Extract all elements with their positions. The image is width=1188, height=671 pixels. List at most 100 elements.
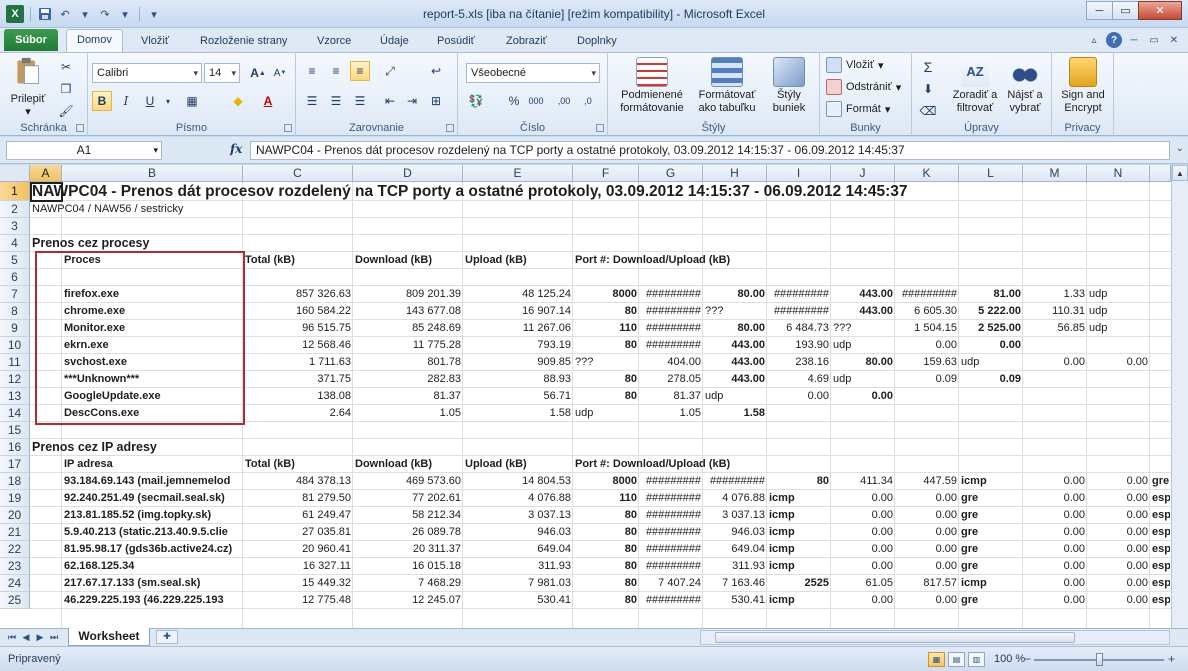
column-header-a[interactable]: A (30, 165, 62, 182)
row-header-21[interactable]: 21 (0, 524, 30, 541)
cell-o21[interactable]: esp (1150, 524, 1170, 541)
formula-input[interactable]: NAWPC04 - Prenos dát procesov rozdelený … (250, 141, 1170, 160)
cell-d9[interactable]: 85 248.69 (353, 320, 463, 337)
dialog-launcher-icon[interactable] (76, 124, 84, 132)
underline-button[interactable]: U (140, 91, 160, 111)
cell-d23[interactable]: 16 015.18 (353, 558, 463, 575)
cell-i7[interactable]: ######### (767, 286, 831, 303)
column-header-m[interactable]: M (1023, 165, 1087, 182)
cell-c10[interactable]: 12 568.46 (243, 337, 353, 354)
page-break-view-icon[interactable]: ▥ (968, 652, 985, 667)
cell-l12[interactable]: 0.09 (959, 371, 1023, 388)
header-download[interactable]: Download (kB) (353, 252, 463, 269)
zoom-level[interactable]: 100 % (994, 653, 1025, 665)
cell-g8[interactable]: ######### (639, 303, 703, 320)
align-bottom-icon[interactable]: ≡ (350, 61, 370, 81)
cell-k7[interactable]: ######### (895, 286, 959, 303)
header-upload-ip[interactable]: Upload (kB) (463, 456, 573, 473)
cell-e13[interactable]: 56.71 (463, 388, 573, 405)
cell-e20[interactable]: 3 037.13 (463, 507, 573, 524)
cell-n19[interactable]: 0.00 (1087, 490, 1150, 507)
percent-button[interactable]: % (504, 91, 524, 111)
cell-e7[interactable]: 48 125.24 (463, 286, 573, 303)
cell-o25[interactable]: esp (1150, 592, 1170, 609)
window-close-icon[interactable]: ✕ (1166, 32, 1182, 48)
cell-h13[interactable]: udp (703, 388, 767, 405)
number-format-select[interactable]: Všeobecné (466, 63, 600, 83)
tab-data[interactable]: Údaje (376, 32, 413, 50)
cell-f22[interactable]: 80 (573, 541, 639, 558)
copy-icon[interactable]: ❐ (56, 79, 76, 99)
cell-h8[interactable]: ??? (703, 303, 767, 320)
cell-b10[interactable]: ekrn.exe (62, 337, 243, 354)
cell-d18[interactable]: 469 573.60 (353, 473, 463, 490)
format-painter-icon[interactable]: 🖌 (56, 101, 76, 121)
cell-j18[interactable]: 411.34 (831, 473, 895, 490)
row-header-2[interactable]: 2 (0, 201, 30, 218)
section-title-processes[interactable]: Prenos cez procesy (30, 235, 330, 252)
cell-n21[interactable]: 0.00 (1087, 524, 1150, 541)
cut-icon[interactable]: ✂ (56, 57, 76, 77)
cell-e11[interactable]: 909.85 (463, 354, 573, 371)
cell-e24[interactable]: 7 981.03 (463, 575, 573, 592)
cell-b8[interactable]: chrome.exe (62, 303, 243, 320)
cell-l7[interactable]: 81.00 (959, 286, 1023, 303)
cell-d13[interactable]: 81.37 (353, 388, 463, 405)
cell-e9[interactable]: 11 267.06 (463, 320, 573, 337)
cell-k22[interactable]: 0.00 (895, 541, 959, 558)
cell-e12[interactable]: 88.93 (463, 371, 573, 388)
cell-m9[interactable]: 56.85 (1023, 320, 1087, 337)
cell-e23[interactable]: 311.93 (463, 558, 573, 575)
cell-n7[interactable]: udp (1087, 286, 1150, 303)
borders-icon[interactable]: ▦ (182, 91, 202, 111)
cell-c7[interactable]: 857 326.63 (243, 286, 353, 303)
prev-sheet-icon[interactable]: ◀ (20, 631, 32, 643)
font-color-button[interactable]: A (258, 91, 278, 111)
header-total[interactable]: Total (kB) (243, 252, 353, 269)
cell-b23[interactable]: 62.168.125.34 (62, 558, 243, 575)
header-ip[interactable]: IP adresa (62, 456, 243, 473)
cell-i20[interactable]: icmp (767, 507, 831, 524)
last-sheet-icon[interactable]: ⏭ (48, 631, 60, 643)
cell-k12[interactable]: 0.09 (895, 371, 959, 388)
cell-k20[interactable]: 0.00 (895, 507, 959, 524)
restore-button[interactable]: ▭ (1112, 1, 1139, 20)
cell-l9[interactable]: 2 525.00 (959, 320, 1023, 337)
cell-d12[interactable]: 282.83 (353, 371, 463, 388)
shrink-font-button[interactable]: A ▼ (270, 63, 290, 83)
cell-f14[interactable]: udp (573, 405, 639, 422)
column-header-e[interactable]: E (463, 165, 573, 182)
cell-c21[interactable]: 27 035.81 (243, 524, 353, 541)
clear-icon[interactable]: ⌫ (918, 101, 938, 121)
window-restore-icon[interactable]: ▭ (1146, 32, 1162, 48)
cell-j7[interactable]: 443.00 (831, 286, 895, 303)
cell-o24[interactable]: esp (1150, 575, 1170, 592)
column-header-b[interactable]: B (62, 165, 243, 182)
cell-k24[interactable]: 817.57 (895, 575, 959, 592)
help-icon[interactable]: ? (1106, 32, 1122, 48)
align-middle-icon[interactable]: ≡ (326, 61, 346, 81)
font-size-select[interactable]: 14 (204, 63, 240, 83)
delete-cells-button[interactable]: Odstrániť ▾ (826, 79, 901, 95)
cell-o19[interactable]: esp (1150, 490, 1170, 507)
cell-g20[interactable]: ######### (639, 507, 703, 524)
insert-cells-button[interactable]: Vložiť ▾ (826, 57, 884, 73)
row-header-16[interactable]: 16 (0, 439, 30, 456)
cell-i12[interactable]: 4.69 (767, 371, 831, 388)
cell-h7[interactable]: 80.00 (703, 286, 767, 303)
cell-n9[interactable]: udp (1087, 320, 1150, 337)
dialog-launcher-icon[interactable] (596, 124, 604, 132)
cell-d10[interactable]: 11 775.28 (353, 337, 463, 354)
cell-g7[interactable]: ######### (639, 286, 703, 303)
cell-l21[interactable]: gre (959, 524, 1023, 541)
cell-m25[interactable]: 0.00 (1023, 592, 1087, 609)
cell-j23[interactable]: 0.00 (831, 558, 895, 575)
cell-m8[interactable]: 110.31 (1023, 303, 1087, 320)
align-center-icon[interactable]: ☰ (326, 91, 346, 111)
minimize-button[interactable]: ─ (1086, 1, 1113, 20)
cell-l19[interactable]: gre (959, 490, 1023, 507)
cell-h9[interactable]: 80.00 (703, 320, 767, 337)
cell-l10[interactable]: 0.00 (959, 337, 1023, 354)
expand-formula-bar-icon[interactable]: ⌄ (1176, 143, 1184, 154)
cell-h25[interactable]: 530.41 (703, 592, 767, 609)
